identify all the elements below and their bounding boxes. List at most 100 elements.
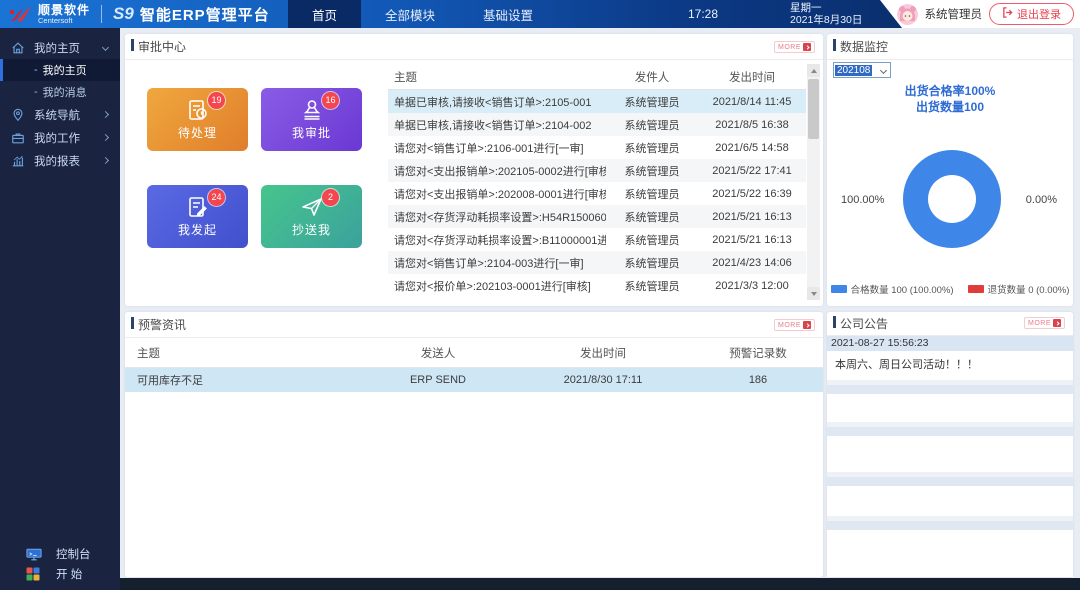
panel-title: 数据监控 [840,38,888,55]
row-subject: 单据已审核,请接收<销售订单>:2105-001 [388,94,606,110]
more-label: MORE [778,44,801,51]
alert-record-count: 186 [693,374,823,386]
tile-initiated-by-me[interactable]: 24 我发起 [147,185,248,248]
approval-table-header: 主题 发件人 发出时间 [388,64,806,90]
notice-entry[interactable]: 2021-08-27 15:56:23 本周六、周日公司活动！！！ [827,336,1073,380]
sidebar: 我的主页 我的主页 我的消息 系统导航 我的工作 [0,28,120,590]
chevron-down-icon [880,66,887,73]
console-button[interactable]: 控制台 [0,544,120,564]
notice-more-button[interactable]: MORE [1024,317,1065,329]
scrollbar-down-icon[interactable] [807,287,820,300]
pass-rate-headline: 出货合格率100% [827,82,1073,99]
table-scrollbar[interactable] [807,64,820,300]
console-label: 控制台 [56,546,91,562]
sidebar-item-label: 我的工作 [34,130,80,146]
row-sender: 系统管理员 [606,163,698,179]
row-subject: 请您对<报价单>:202103-0001进行[审核] [388,278,606,294]
table-row[interactable]: 请您对<销售订单>:2106-001进行[一审] 系统管理员 2021/6/5 … [388,136,806,159]
table-row[interactable]: 请您对<支出报销单>:202105-0002进行[审核] 系统管理员 2021/… [388,159,806,182]
sidebar-item-my-home[interactable]: 我的主页 [0,36,120,59]
tile-my-approvals[interactable]: 16 我审批 [261,88,362,151]
chevron-right-icon [102,157,109,164]
brand-text: 顺景软件 Centersoft [38,4,90,25]
pending-count-badge: 19 [208,92,225,109]
table-row[interactable]: 请您对<报价单>:202103-0001进行[审核] 系统管理员 2021/3/… [388,274,806,297]
table-row[interactable]: 请您对<支出报销单>:202008-0001进行[审核] 系统管理员 2021/… [388,182,806,205]
logout-button[interactable]: 退出登录 [989,3,1074,25]
brand: 顺景软件 Centersoft S9 智能ERP管理平台 [8,0,270,28]
row-sender: 系统管理员 [606,255,698,271]
row-time: 2021/5/22 17:41 [698,165,806,177]
period-select[interactable]: 202108 [833,62,891,78]
tile-cc-to-me[interactable]: 2 抄送我 [261,185,362,248]
weekday-label: 星期一 [790,2,862,14]
notice-slot-empty [827,385,1073,422]
table-row[interactable]: 单据已审核,请接收<销售订单>:2104-002 系统管理员 2021/8/5 … [388,113,806,136]
period-select-value: 202108 [835,65,872,76]
row-time: 2021/3/3 12:00 [698,280,806,292]
approval-more-button[interactable]: MORE [774,41,815,53]
nav-tab-basic-settings[interactable]: 基础设置 [459,0,557,28]
sidebar-footer: 控制台 开 始 [0,544,120,584]
alert-row[interactable]: 可用库存不足 ERP SEND 2021/8/30 17:11 186 [125,368,823,392]
more-label: MORE [778,322,801,329]
col-subject: 主题 [388,69,606,85]
row-sender: 系统管理员 [606,232,698,248]
table-row[interactable]: 单据已审核,请接收<销售订单>:2105-001 系统管理员 2021/8/14… [388,90,806,113]
brand-name-en: Centersoft [38,17,90,25]
sidebar-item-label: 我的报表 [34,153,80,169]
more-icon [1053,319,1061,327]
scrollbar-up-icon[interactable] [807,64,820,77]
my-approvals-count-badge: 16 [322,92,339,109]
nav-tab-home[interactable]: 首页 [288,0,361,28]
sidebar-item-my-work[interactable]: 我的工作 [0,126,120,149]
scrollbar-thumb[interactable] [808,79,819,139]
sidebar-item-label: 系统导航 [34,107,80,123]
nav-tab-all-modules[interactable]: 全部模块 [361,0,459,28]
start-button[interactable]: 开 始 [0,564,120,584]
company-notice-panel: 公司公告 MORE 2021-08-27 15:56:23 本周六、周日公司活动… [827,312,1073,577]
sidebar-item-label: 我的主页 [34,40,80,56]
notice-text: 本周六、周日公司活动！！！ [827,351,1073,380]
panel-title: 预警资讯 [138,316,186,333]
bottom-strip [120,578,1080,590]
alert-subject: 可用库存不足 [125,372,363,388]
notice-slot-empty [827,521,1073,577]
sidebar-subitem-label: 我的主页 [43,62,87,78]
panel-title: 公司公告 [840,315,888,332]
shipment-qty-headline: 出货数量100 [827,98,1073,115]
chevron-right-icon [102,111,109,118]
sidebar-item-my-reports[interactable]: 我的报表 [0,149,120,172]
sidebar-subitem-my-home[interactable]: 我的主页 [0,59,120,81]
sidebar-item-system-nav[interactable]: 系统导航 [0,103,120,126]
console-icon [26,547,42,561]
user-avatar[interactable] [897,4,918,25]
tile-pending[interactable]: 19 待处理 [147,88,248,151]
row-subject: 请您对<支出报销单>:202105-0002进行[审核] [388,163,606,179]
alerts-more-button[interactable]: MORE [774,319,815,331]
username-label: 系统管理员 [925,6,983,22]
sidebar-subitem-my-messages[interactable]: 我的消息 [0,81,120,103]
row-sender: 系统管理员 [606,94,698,110]
col-time: 发出时间 [698,69,806,85]
brand-name-cn: 顺景软件 [38,4,90,16]
stamp-icon [299,97,325,123]
alerts-table-header: 主题 发送人 发出时间 预警记录数 [125,338,823,368]
date-label: 2021年8月30日 [790,14,862,26]
logout-label: 退出登录 [1017,6,1061,22]
legend-swatch-blue [831,285,847,293]
table-row[interactable]: 请您对<存货浮动耗损率设置>:B11000001进行[审核] 系统管理员 202… [388,228,806,251]
table-row[interactable]: 请您对<存货浮动耗损率设置>:H54R15006002进行[审核] 系统管理员 … [388,205,806,228]
home-icon [10,40,25,55]
donut-label-pass: 100.00% [841,194,884,206]
tile-label: 我发起 [147,221,248,238]
start-icon [26,567,42,581]
col-sender: 发件人 [606,69,698,85]
col-subject: 主题 [125,345,363,361]
briefcase-icon [10,130,25,145]
table-row[interactable]: 请您对<销售订单>:2104-003进行[一审] 系统管理员 2021/4/23… [388,251,806,274]
donut-label-return: 0.00% [1026,194,1057,206]
app-title: 智能ERP管理平台 [140,4,270,25]
topbar: 顺景软件 Centersoft S9 智能ERP管理平台 首页 全部模块 基础设… [0,0,1080,28]
logout-icon [1002,7,1013,21]
